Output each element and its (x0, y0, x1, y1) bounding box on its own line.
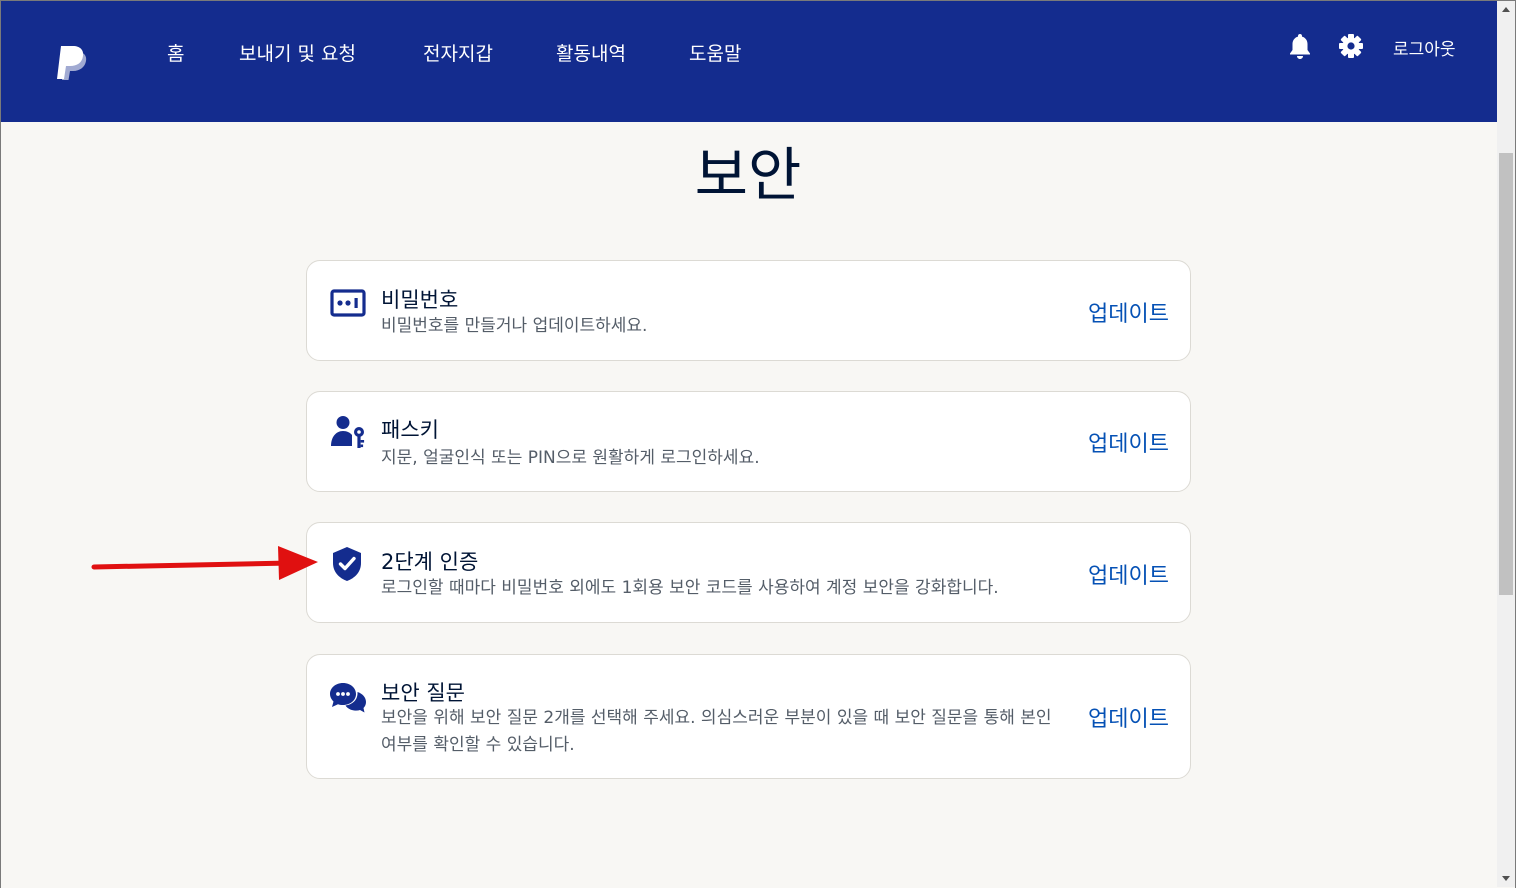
gear-icon[interactable] (1338, 32, 1364, 60)
scroll-down-arrow-icon[interactable] (1497, 870, 1515, 887)
security-card-2step: 2단계 인증 로그인할 때마다 비밀번호 외에도 1회용 보안 코드를 사용하여… (306, 522, 1191, 623)
nav-item-send-request[interactable]: 보내기 및 요청 (239, 39, 356, 66)
scroll-up-arrow-icon[interactable] (1497, 1, 1515, 18)
update-passkey-link[interactable]: 업데이트 (1088, 426, 1169, 458)
nav-item-help[interactable]: 도움말 (689, 39, 741, 66)
card-title-passkey: 패스키 (381, 418, 439, 442)
update-2step-link[interactable]: 업데이트 (1088, 558, 1169, 590)
card-title-password: 비밀번호 (381, 288, 459, 312)
shield-check-icon (333, 547, 361, 581)
scrollbar-thumb[interactable] (1499, 153, 1513, 595)
passkey-icon (331, 416, 365, 448)
security-card-password: 비밀번호 비밀번호를 만들거나 업데이트하세요. 업데이트 (306, 260, 1191, 361)
card-title-2step: 2단계 인증 (381, 550, 479, 574)
security-card-passkey: 패스키 지문, 얼굴인식 또는 PIN으로 원활하게 로그인하세요. 업데이트 (306, 391, 1191, 492)
password-icon (330, 289, 366, 317)
card-desc-passkey: 지문, 얼굴인식 또는 PIN으로 원활하게 로그인하세요. (381, 448, 760, 468)
nav-item-activity[interactable]: 활동내역 (556, 39, 626, 66)
bell-icon[interactable] (1287, 32, 1313, 60)
top-nav-bar: 홈 보내기 및 요청 전자지갑 활동내역 도움말 로그아웃 (1, 1, 1497, 122)
nav-item-wallet[interactable]: 전자지갑 (423, 39, 493, 66)
update-questions-link[interactable]: 업데이트 (1088, 701, 1169, 733)
nav-item-home[interactable]: 홈 (167, 39, 184, 66)
card-desc-2step: 로그인할 때마다 비밀번호 외에도 1회용 보안 코드를 사용하여 계정 보안을… (381, 578, 999, 598)
card-desc-password: 비밀번호를 만들거나 업데이트하세요. (381, 316, 648, 336)
annotation-arrow-icon (91, 546, 318, 580)
page-title: 보안 (694, 141, 802, 209)
card-title-questions: 보안 질문 (381, 681, 465, 705)
chat-bubbles-icon (330, 683, 366, 713)
card-desc-questions: 보안을 위해 보안 질문 2개를 선택해 주세요. 의심스러운 부분이 있을 때… (381, 708, 1052, 755)
update-password-link[interactable]: 업데이트 (1088, 296, 1169, 328)
security-card-questions: 보안 질문 보안을 위해 보안 질문 2개를 선택해 주세요. 의심스러운 부분… (306, 654, 1191, 779)
vertical-scrollbar[interactable] (1497, 1, 1515, 887)
paypal-logo[interactable] (53, 45, 87, 81)
logout-link[interactable]: 로그아웃 (1393, 35, 1456, 60)
